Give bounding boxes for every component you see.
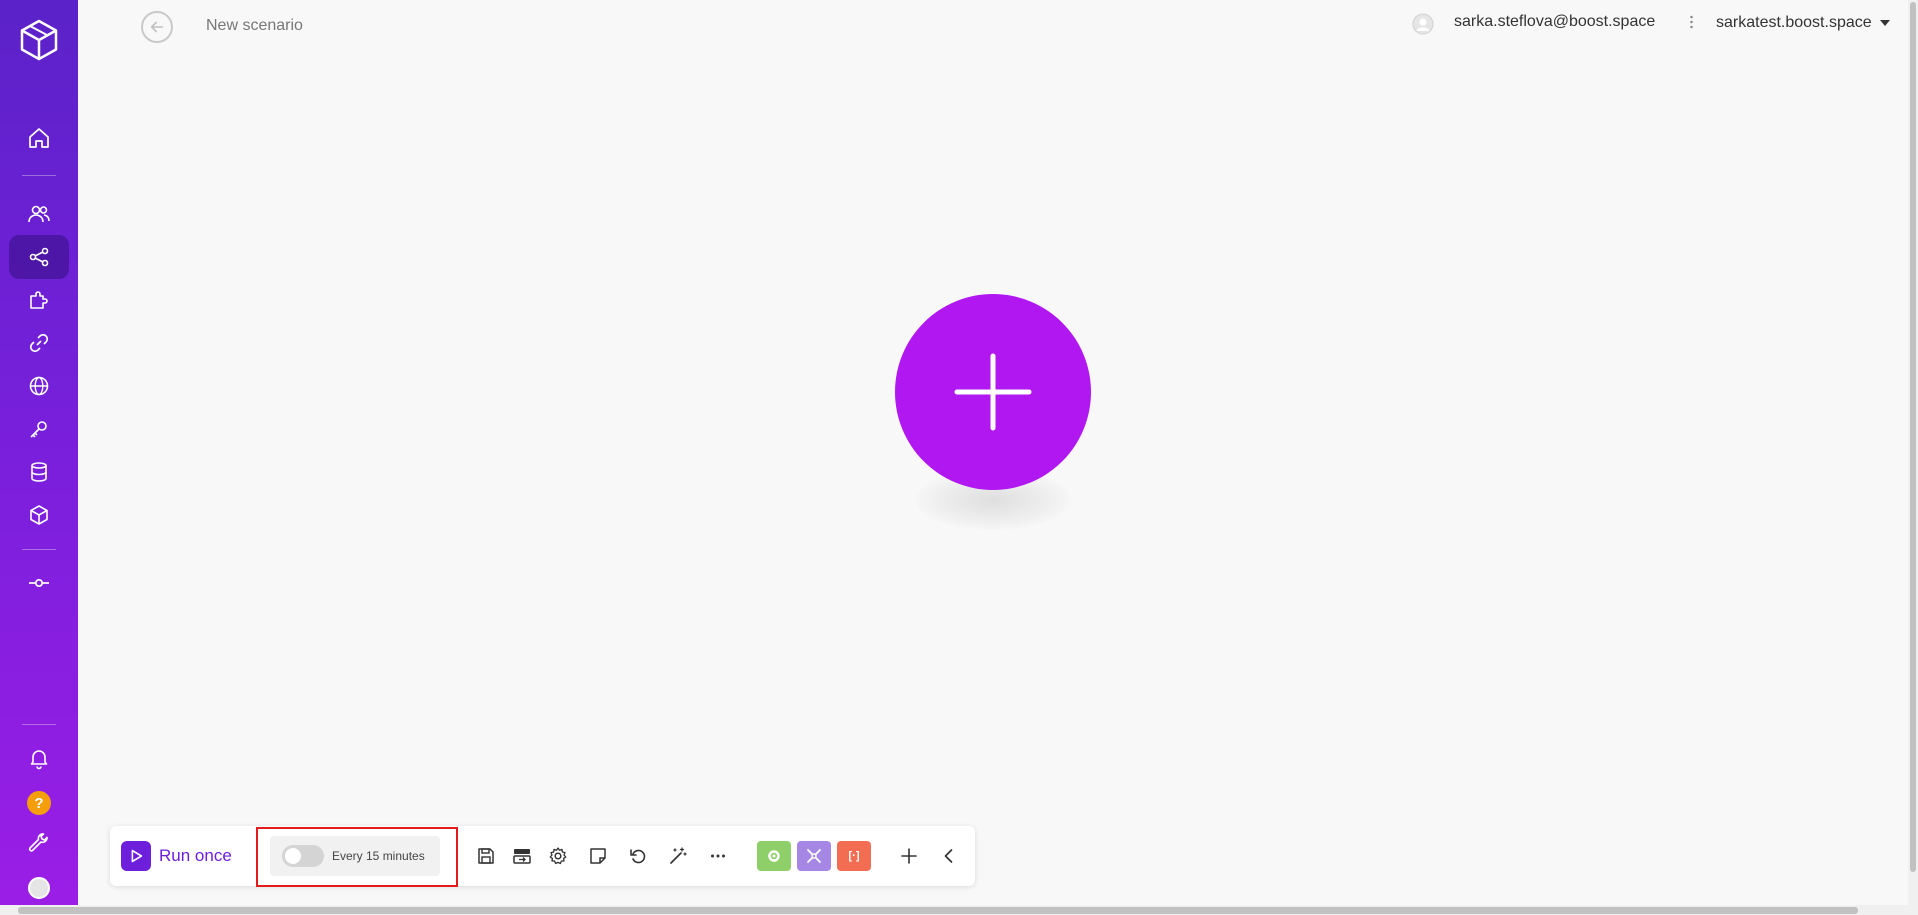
commit-icon (29, 578, 49, 588)
gear-small-icon (768, 850, 780, 862)
sidebar-item-home[interactable] (9, 116, 69, 160)
add-button[interactable] (895, 842, 923, 870)
users-icon (28, 205, 50, 223)
horizontal-scrollbar-thumb[interactable] (18, 907, 1858, 914)
auto-align-button[interactable] (508, 842, 536, 870)
scenario-settings-button[interactable] (544, 842, 572, 870)
run-once-button[interactable]: Run once (121, 838, 232, 874)
help-icon: ? (27, 791, 51, 815)
home-icon (29, 128, 49, 148)
sidebar-item-keys[interactable] (9, 407, 69, 451)
run-once-label: Run once (159, 846, 232, 865)
scenario-toolbar: Run once Every 15 minutes [·] (110, 826, 975, 887)
undo-button[interactable] (624, 842, 652, 870)
note-icon (590, 848, 606, 864)
arrow-left-icon (150, 21, 164, 33)
sidebar-item-data-structures[interactable] (9, 493, 69, 537)
plus-icon (954, 353, 1032, 431)
more-options-button[interactable] (704, 842, 732, 870)
cube-icon (30, 505, 48, 525)
text-parser-icon: [·] (848, 850, 860, 862)
save-button[interactable] (472, 842, 500, 870)
back-button[interactable] (141, 11, 173, 43)
more-icon (711, 854, 725, 858)
sidebar-divider (22, 724, 56, 725)
auto-align-icon (513, 849, 531, 864)
sidebar-item-scenarios[interactable] (9, 235, 69, 279)
sidebar-item-devices[interactable] (9, 561, 69, 605)
bell-icon (30, 750, 48, 770)
vertical-scrollbar-thumb[interactable] (1910, 2, 1916, 872)
text-parser-button[interactable]: [·] (837, 841, 871, 871)
sidebar-item-users[interactable] (9, 192, 69, 236)
schedule-label: Every 15 minutes (332, 849, 425, 863)
flow-control-button[interactable] (797, 841, 831, 871)
add-module-button[interactable] (895, 294, 1091, 490)
link-icon (29, 333, 49, 353)
sidebar-item-data-stores[interactable] (9, 450, 69, 494)
sidebar-divider (22, 175, 56, 176)
sidebar-divider (22, 549, 56, 550)
notes-button[interactable] (584, 842, 612, 870)
sidebar-item-settings[interactable] (9, 821, 69, 865)
sidebar-item-notifications[interactable] (9, 736, 69, 780)
play-icon (121, 841, 151, 871)
chevron-left-icon (944, 849, 953, 863)
sidebar: ? (0, 0, 78, 915)
flow-control-icon (807, 849, 821, 863)
sidebar-item-apps[interactable] (9, 278, 69, 322)
share-icon (29, 247, 49, 267)
caret-down-icon (1879, 20, 1890, 26)
collapse-toolbar-button[interactable] (935, 842, 963, 870)
organization-selector[interactable]: sarkatest.boost.space (1716, 14, 1890, 32)
undo-icon (630, 849, 646, 864)
settings-icon (549, 847, 567, 865)
tools-button[interactable] (757, 841, 791, 871)
sidebar-item-connections[interactable] (9, 321, 69, 365)
wrench-icon (28, 833, 48, 852)
sidebar-item-help[interactable]: ? (9, 781, 69, 825)
more-vertical-icon[interactable] (1684, 12, 1698, 32)
puzzle-icon (30, 291, 48, 309)
schedule-control[interactable]: Every 15 minutes (270, 836, 440, 876)
key-icon (30, 421, 47, 438)
user-email[interactable]: sarka.steflova@boost.space (1454, 13, 1655, 31)
organization-name: sarkatest.boost.space (1716, 14, 1872, 31)
save-icon (478, 848, 494, 864)
explain-flow-button[interactable] (664, 842, 692, 870)
globe-icon (29, 376, 49, 396)
scenario-title[interactable]: New scenario (206, 17, 303, 35)
database-icon (31, 462, 47, 482)
avatar (28, 877, 50, 899)
magic-wand-icon (670, 847, 687, 864)
sidebar-item-webhooks[interactable] (9, 364, 69, 408)
plus-small-icon (901, 848, 917, 864)
boost-space-logo[interactable] (17, 18, 61, 62)
user-avatar-icon[interactable] (1412, 13, 1434, 35)
sidebar-item-profile[interactable] (9, 866, 69, 910)
scheduling-toggle[interactable] (282, 845, 324, 867)
